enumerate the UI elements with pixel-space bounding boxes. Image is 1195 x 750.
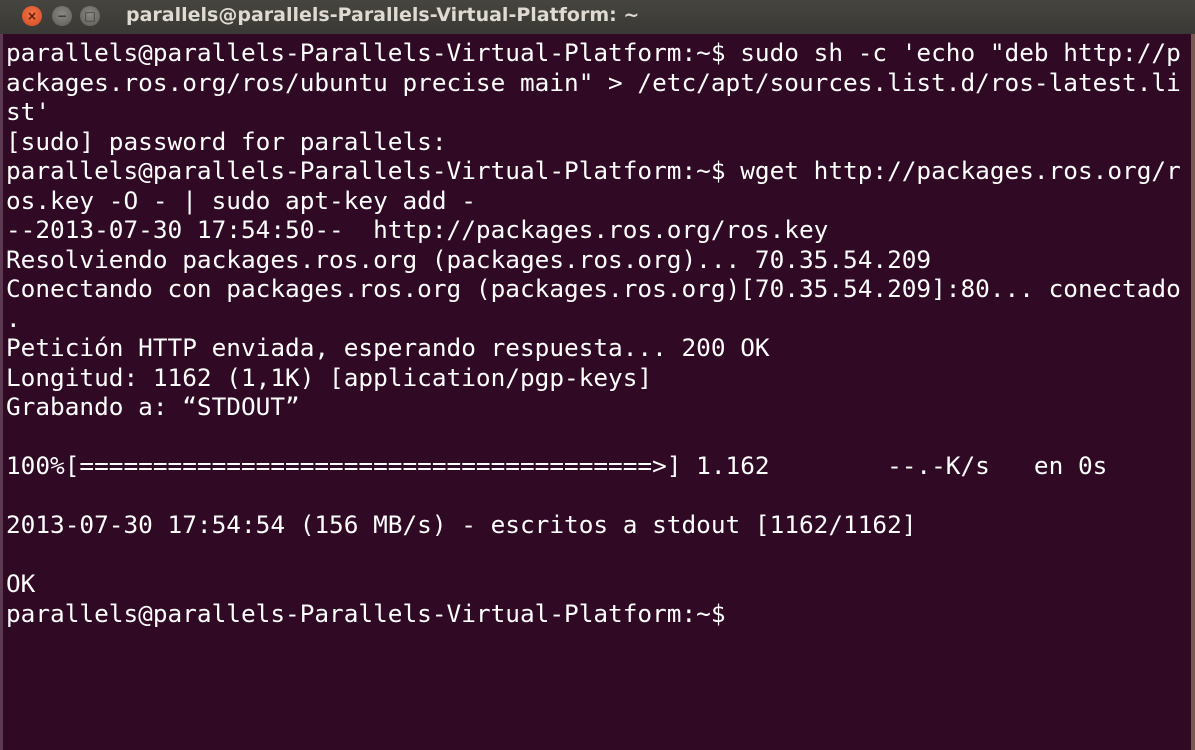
terminal-area[interactable]: parallels@parallels-Parallels-Virtual-Pl… (0, 34, 1191, 750)
maximize-icon: □ (84, 9, 96, 23)
window-titlebar[interactable]: × − □ parallels@parallels-Parallels-Virt… (0, 0, 1195, 34)
terminal-line: 2013-07-30 17:54:54 (156 MB/s) - escrito… (6, 510, 917, 539)
terminal-line: st' (6, 97, 51, 126)
terminal-output: parallels@parallels-Parallels-Virtual-Pl… (6, 38, 1181, 628)
terminal-line: Petición HTTP enviada, esperando respues… (6, 333, 770, 362)
terminal-line: --2013-07-30 17:54:50-- http://packages.… (6, 215, 829, 244)
terminal-line: Grabando a: “STDOUT” (6, 392, 300, 421)
terminal-line: [sudo] password for parallels: (6, 126, 447, 156)
terminal-line: Longitud: 1162 (1,1K) [application/pgp-k… (6, 362, 653, 392)
terminal-line: 100%[===================================… (6, 451, 1108, 480)
terminal-line: . (6, 303, 21, 333)
close-icon: × (26, 9, 38, 23)
terminal-line: parallels@parallels-Parallels-Virtual-Pl… (6, 156, 1181, 185)
close-button[interactable]: × (22, 6, 42, 26)
terminal-line: parallels@parallels-Parallels-Virtual-Pl… (6, 38, 1181, 67)
window-right-border (1191, 34, 1195, 750)
terminal-line: Resolviendo packages.ros.org (packages.r… (6, 244, 932, 274)
window-title: parallels@parallels-Parallels-Virtual-Pl… (126, 4, 640, 26)
terminal-line: ackages.ros.org/ros/ubuntu precise main"… (6, 67, 1181, 97)
minimize-icon: − (56, 9, 68, 23)
maximize-button[interactable]: □ (80, 6, 100, 26)
minimize-button[interactable]: − (52, 6, 72, 26)
terminal-line: Conectando con packages.ros.org (package… (6, 274, 1181, 303)
terminal-line: parallels@parallels-Parallels-Virtual-Pl… (6, 598, 741, 628)
terminal-line: OK (6, 569, 36, 598)
terminal-line: os.key -O - | sudo apt-key add - (6, 185, 476, 215)
